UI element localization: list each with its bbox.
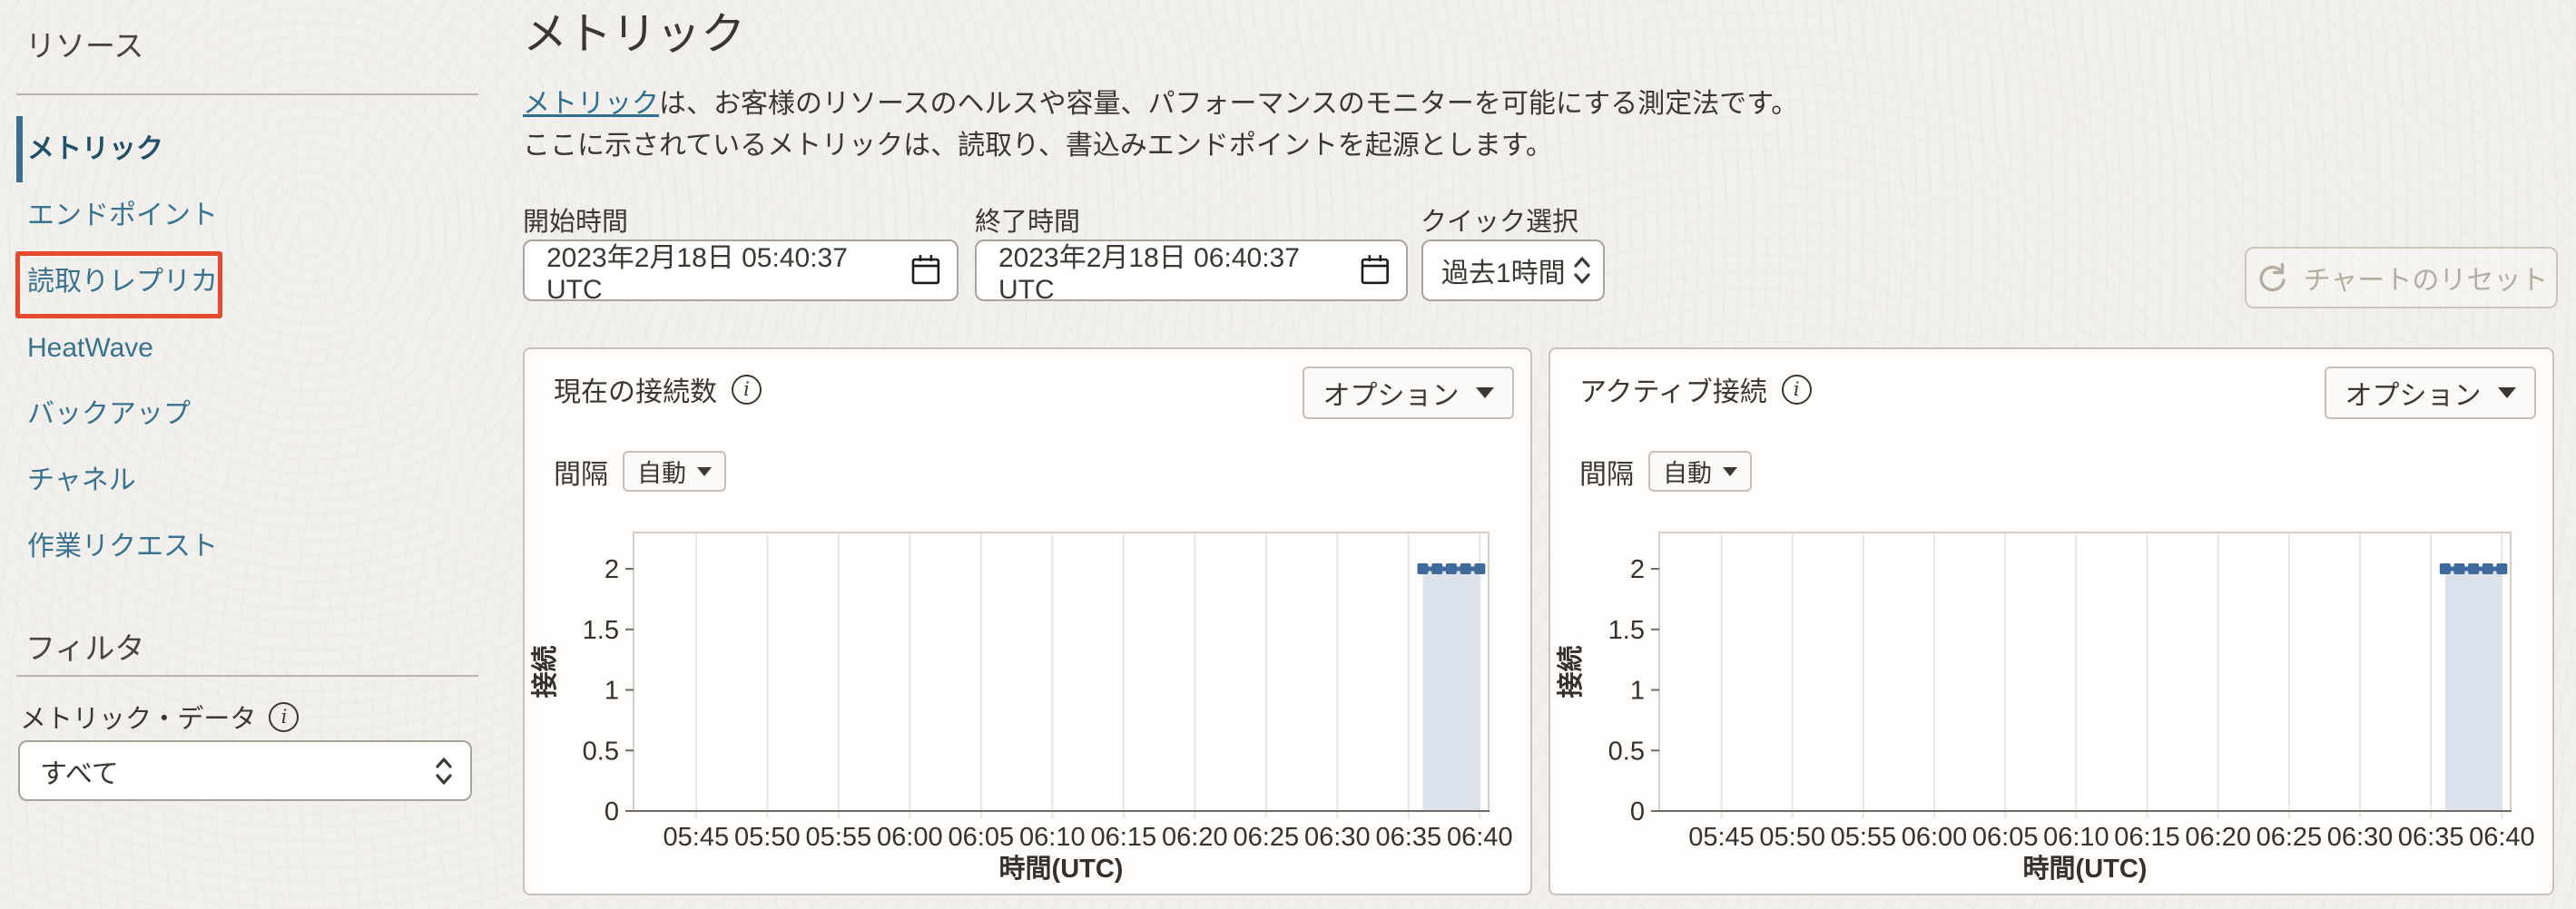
end-time-input[interactable]: 2023年2月18日 06:40:37 UTC [975, 239, 1408, 301]
svg-text:06:35: 06:35 [1376, 823, 1442, 852]
select-chevrons-icon [1572, 254, 1592, 287]
connections-chart-plot[interactable]: 05:4505:5005:5506:0006:0506:1006:1506:20… [525, 522, 1534, 886]
metric-data-select-value: すべて [40, 751, 119, 791]
svg-text:接続: 接続 [1555, 645, 1586, 698]
svg-text:06:15: 06:15 [2114, 823, 2180, 852]
caret-down-icon [1476, 387, 1494, 398]
caret-down-icon [1723, 467, 1737, 476]
chart-title: 現在の接続数 [554, 369, 717, 409]
info-icon[interactable]: i [269, 702, 299, 732]
svg-text:06:00: 06:00 [1902, 823, 1968, 852]
svg-text:06:20: 06:20 [1162, 823, 1228, 852]
svg-text:06:05: 06:05 [949, 823, 1015, 852]
sidebar-item-metrics[interactable]: メトリック [16, 116, 479, 182]
chart-options-button[interactable]: オプション [1303, 367, 1514, 419]
active-connections-chart-plot[interactable]: 05:4505:5005:5506:0006:0506:1006:1506:20… [1550, 522, 2556, 886]
chart-options-button[interactable]: オプション [2325, 367, 2536, 419]
end-time-value: 2023年2月18日 06:40:37 UTC [998, 235, 1359, 306]
interval-select-button[interactable]: 自動 [1648, 451, 1752, 492]
quick-select[interactable]: 過去1時間 [1421, 239, 1605, 301]
caret-down-icon [2498, 387, 2516, 398]
svg-text:2: 2 [605, 555, 619, 584]
caret-down-icon [697, 467, 712, 476]
svg-text:1: 1 [1630, 677, 1645, 706]
svg-text:05:55: 05:55 [806, 823, 872, 852]
sidebar-nav: メトリック エンドポイント 読取りレプリカ HeatWave バックアップ チャ… [16, 116, 479, 580]
intro-text: メトリックは、お客様のリソースのヘルスや容量、パフォーマンスのモニターを可能にす… [523, 83, 1798, 167]
svg-text:06:25: 06:25 [2256, 823, 2323, 852]
metric-data-label: メトリック・データ [20, 698, 256, 736]
sidebar-item-channels[interactable]: チャネル [16, 447, 479, 513]
interval-label: 間隔 [1579, 452, 1634, 492]
calendar-icon [1359, 253, 1391, 288]
svg-text:2: 2 [1630, 555, 1645, 584]
filter-section-title: フィルタ [25, 624, 144, 668]
svg-text:0.5: 0.5 [583, 737, 619, 766]
svg-text:時間(UTC): 時間(UTC) [2023, 854, 2148, 884]
start-time-input[interactable]: 2023年2月18日 05:40:37 UTC [523, 239, 959, 301]
svg-text:06:25: 06:25 [1234, 823, 1300, 852]
svg-text:06:35: 06:35 [2398, 823, 2464, 852]
interval-select-button[interactable]: 自動 [623, 451, 726, 492]
sidebar-item-endpoints[interactable]: エンドポイント [16, 182, 479, 249]
svg-text:05:45: 05:45 [1688, 823, 1755, 852]
svg-text:0: 0 [1630, 797, 1645, 826]
refresh-icon [2255, 260, 2289, 295]
svg-text:06:10: 06:10 [2043, 823, 2109, 852]
page-title: メトリック [523, 7, 745, 62]
quick-select-label: クイック選択 [1421, 200, 1578, 239]
svg-text:05:45: 05:45 [664, 823, 730, 852]
sidebar-item-backups[interactable]: バックアップ [16, 381, 479, 447]
svg-text:05:50: 05:50 [734, 823, 801, 852]
svg-text:1.5: 1.5 [583, 616, 619, 645]
svg-text:時間(UTC): 時間(UTC) [999, 854, 1124, 884]
reset-charts-button[interactable]: チャートのリセット [2245, 247, 2558, 308]
svg-text:1.5: 1.5 [1608, 616, 1645, 645]
intro-line1: は、お客様のリソースのヘルスや容量、パフォーマンスのモニターを可能にする測定法で… [659, 89, 1798, 119]
svg-text:1: 1 [605, 677, 619, 706]
svg-text:06:20: 06:20 [2185, 823, 2251, 852]
svg-text:06:30: 06:30 [1304, 823, 1371, 852]
start-time-label: 開始時間 [523, 200, 628, 239]
svg-text:05:55: 05:55 [1831, 823, 1897, 852]
start-time-value: 2023年2月18日 05:40:37 UTC [546, 235, 909, 306]
metric-data-select[interactable]: すべて [18, 740, 472, 801]
chart-title: アクティブ接続 [1579, 369, 1767, 409]
quick-select-value: 過去1時間 [1441, 250, 1566, 290]
calendar-icon [909, 253, 942, 288]
svg-text:0: 0 [605, 797, 619, 826]
filter-divider [16, 675, 478, 677]
svg-text:05:50: 05:50 [1759, 823, 1825, 852]
page: リソース メトリック エンドポイント 読取りレプリカ HeatWave バックア… [0, 0, 2576, 909]
svg-text:06:40: 06:40 [2469, 823, 2535, 852]
reset-charts-label: チャートのリセット [2304, 258, 2549, 298]
sidebar-divider [16, 93, 478, 95]
end-time-label: 終了時間 [975, 200, 1080, 239]
sidebar-item-heatwave[interactable]: HeatWave [16, 315, 479, 381]
info-icon[interactable]: i [732, 375, 762, 405]
select-chevrons-icon [434, 755, 454, 787]
svg-text:0.5: 0.5 [1608, 737, 1645, 766]
svg-text:06:05: 06:05 [1972, 823, 2039, 852]
red-highlight-box [15, 251, 222, 318]
info-icon[interactable]: i [1782, 375, 1812, 405]
interval-label: 間隔 [554, 452, 608, 492]
svg-text:06:40: 06:40 [1447, 823, 1513, 852]
resources-section-title: リソース [25, 22, 143, 65]
metrics-doc-link[interactable]: メトリック [523, 89, 659, 119]
chart-card-active-connections: アクティブ接続 i オプション 間隔 自動 05:4505:5005:5506:… [1549, 347, 2554, 895]
intro-line2: ここに示されているメトリックは、読取り、書込みエンドポイントを起源とします。 [523, 131, 1553, 161]
svg-text:06:10: 06:10 [1019, 823, 1086, 852]
svg-text:06:30: 06:30 [2327, 823, 2394, 852]
svg-text:接続: 接続 [529, 645, 560, 698]
sidebar-item-work-requests[interactable]: 作業リクエスト [16, 513, 479, 580]
chart-card-current-connections: 現在の接続数 i オプション 間隔 自動 05:4505:5005:5506:0… [523, 347, 1532, 895]
svg-text:06:00: 06:00 [877, 823, 943, 852]
svg-text:06:15: 06:15 [1091, 823, 1157, 852]
